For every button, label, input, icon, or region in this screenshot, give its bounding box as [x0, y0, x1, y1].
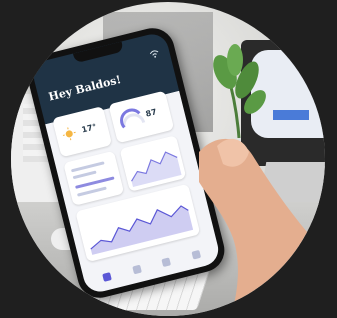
- nav-stats-icon[interactable]: [131, 264, 142, 275]
- gauge-value: 87: [144, 107, 158, 119]
- weather-card[interactable]: 17°: [52, 105, 113, 158]
- gauge-card[interactable]: 87: [108, 90, 175, 144]
- photo-circle: Hey Baldos! 17° 87: [11, 2, 325, 316]
- list-progress-bar: [75, 176, 115, 189]
- sparkline-card[interactable]: [119, 135, 187, 192]
- weather-temperature: 17°: [80, 122, 98, 135]
- list-line: [70, 161, 105, 173]
- list-line: [76, 186, 107, 197]
- nav-calendar-icon[interactable]: [161, 257, 172, 268]
- wifi-icon: [149, 50, 159, 58]
- sun-icon: [62, 127, 76, 141]
- sparkline-graphic: [131, 151, 182, 188]
- list-card[interactable]: [63, 150, 125, 206]
- gauge-icon: [120, 108, 146, 129]
- list-line: [72, 170, 97, 180]
- nav-home-icon[interactable]: [102, 272, 113, 282]
- hand-image: [199, 138, 325, 316]
